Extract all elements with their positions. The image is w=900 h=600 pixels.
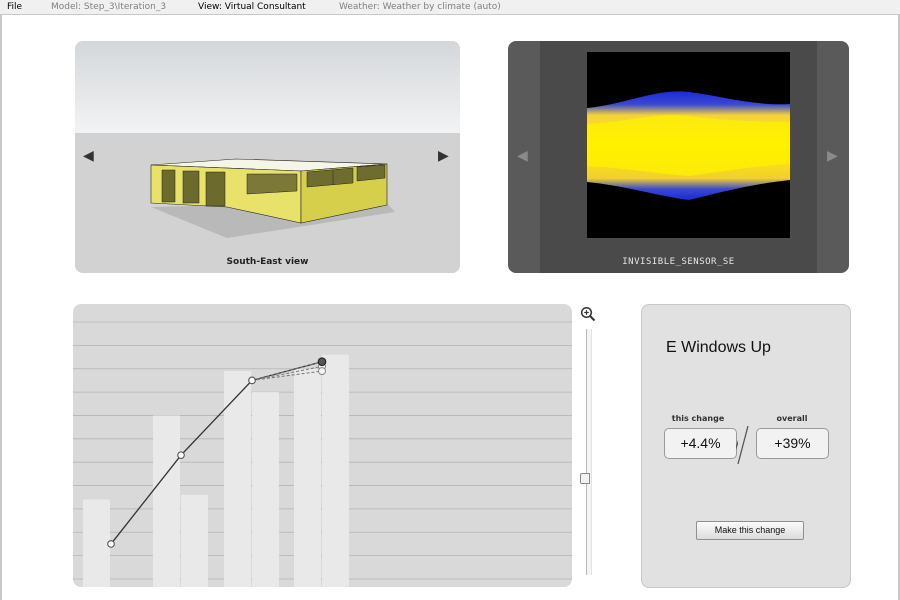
- right-triangle-icon[interactable]: ▶: [438, 149, 449, 163]
- zoom-slider-track[interactable]: [586, 329, 592, 575]
- change-title: E Windows Up: [666, 339, 771, 356]
- series-point: [107, 540, 115, 548]
- zoom-slider-thumb[interactable]: [580, 473, 590, 484]
- window-frame-left: [0, 15, 2, 600]
- make-this-change-button[interactable]: Make this change: [696, 521, 804, 540]
- bar: [224, 371, 251, 587]
- slash-divider-line: [737, 425, 749, 465]
- building-model: [150, 158, 395, 238]
- chart-panel: 30 35 40 45 50 55 60 65 70 75 80 85 Percent in range…: [73, 304, 572, 587]
- series-point: [177, 451, 185, 460]
- series-point: [248, 376, 256, 385]
- weather-menu[interactable]: Weather: Weather by climate (auto): [339, 0, 501, 14]
- bar: [181, 494, 208, 587]
- view-menu[interactable]: View: Virtual Consultant: [198, 0, 306, 14]
- overall-label: overall: [776, 414, 808, 423]
- zoom-in-icon[interactable]: [580, 306, 596, 322]
- sensor-view-caption: INVISIBLE_SENSOR_SE: [622, 257, 735, 267]
- series-line: [110, 361, 323, 545]
- left-triangle-icon[interactable]: ◀: [83, 149, 94, 163]
- bar: [153, 415, 180, 587]
- change-panel: E Windows Up this change overall +4.4% +…: [641, 304, 851, 588]
- this-change-label: this change: [671, 414, 725, 423]
- bar: [294, 368, 321, 587]
- overall-value: +39%: [756, 428, 829, 459]
- percent-in-range-chart: 303540455055606570758085Percent in range…: [73, 321, 572, 587]
- sensor-plot: [587, 52, 790, 238]
- model-view-panel: ◀ ▶ South-East view: [75, 41, 460, 273]
- alternative-point: [318, 367, 326, 376]
- sensor-view-panel: ◀ ▶ INVISIBLE_SENSOR_SE: [508, 41, 849, 273]
- model-menu[interactable]: Model: Step_3\Iteration_3: [51, 0, 166, 14]
- bar: [252, 392, 279, 587]
- this-change-value: +4.4%: [664, 428, 737, 459]
- left-triangle-icon[interactable]: ◀: [517, 149, 528, 163]
- series-point: [317, 357, 327, 367]
- sensor-heatmap: [587, 91, 790, 200]
- bar: [322, 354, 349, 587]
- model-view-caption: South-East view: [226, 257, 309, 267]
- bar: [83, 499, 110, 587]
- file-menu[interactable]: File: [7, 0, 22, 14]
- right-triangle-icon[interactable]: ▶: [827, 149, 838, 163]
- menubar: File Model: Step_3\Iteration_3 View: Vir…: [0, 0, 900, 15]
